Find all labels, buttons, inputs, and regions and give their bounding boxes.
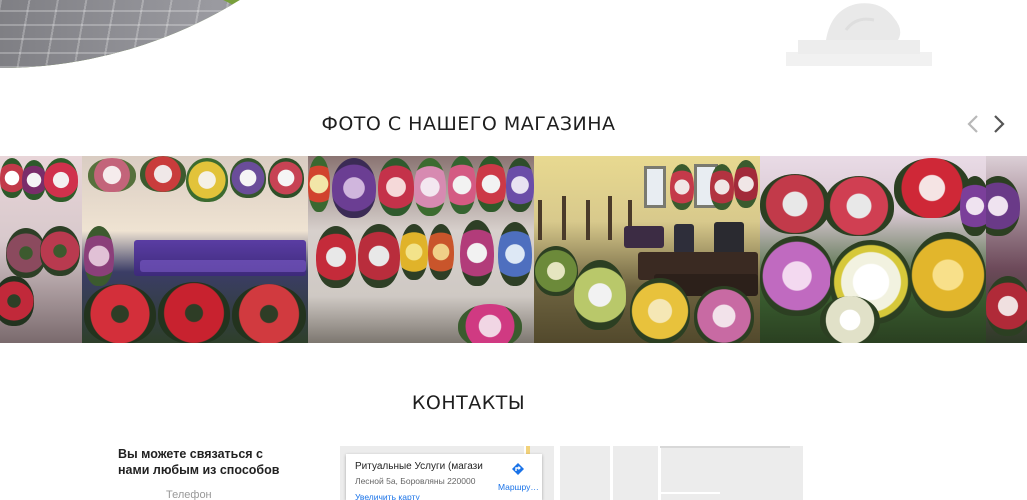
- shop-photo-wreaths-display[interactable]: [308, 156, 534, 343]
- map-place-card: Ритуальные Услуги (магази… Лесной 5а, Бо…: [346, 454, 542, 500]
- chevron-right-icon[interactable]: [990, 114, 1008, 134]
- contacts-section-title: КОНТАКТЫ: [411, 392, 526, 414]
- shop-photo-hall-crosses[interactable]: [534, 156, 760, 343]
- monument-sculpture-icon: [786, 0, 932, 68]
- photos-section-title: ФОТО С НАШЕГО МАГАЗИНА: [321, 113, 616, 135]
- shop-photo-wreaths-wall[interactable]: [0, 156, 82, 343]
- phone-label: Телефон: [166, 489, 212, 500]
- map-road: [610, 446, 613, 500]
- hero-strip: [0, 0, 1027, 68]
- chevron-left-icon[interactable]: [964, 114, 982, 134]
- map-road-highlight: [526, 446, 530, 454]
- map-route-label: Маршру…: [498, 482, 539, 492]
- embedded-map[interactable]: Ритуальные Услуги (магази… Лесной 5а, Бо…: [340, 446, 803, 500]
- map-road: [554, 446, 560, 500]
- hero-photo: [0, 0, 462, 68]
- shop-photo-flower-baskets[interactable]: [760, 156, 986, 343]
- map-enlarge-link[interactable]: Увеличить карту: [355, 492, 420, 500]
- map-address: Лесной 5а, Боровляны 220000: [355, 476, 476, 486]
- directions-icon: [511, 463, 525, 480]
- hero-pavement: [0, 0, 360, 68]
- photo-gallery: [0, 156, 1027, 343]
- map-road: [660, 492, 720, 494]
- map-route-button[interactable]: Маршру…: [498, 462, 539, 492]
- contacts-intro-text: Вы можете связаться с нами любым из спос…: [118, 447, 280, 477]
- shop-photo-coffin-purple[interactable]: [82, 156, 308, 343]
- shop-photo-partial[interactable]: [986, 156, 1027, 343]
- map-place-name: Ритуальные Услуги (магази…: [355, 461, 483, 472]
- map-road: [660, 446, 790, 448]
